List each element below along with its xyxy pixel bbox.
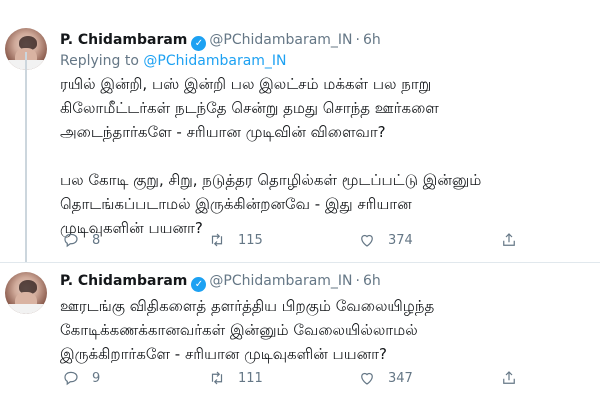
tweet-header-row: P. Chidambaram ✓ @PChidambaram_IN · 6h	[60, 31, 381, 51]
tweet-actions: 8 115 374	[60, 228, 580, 252]
like-button[interactable]: 374	[358, 228, 413, 252]
replying-mention[interactable]: @PChidambaram_IN	[143, 53, 286, 69]
tweet-line: ஊரடங்கு விதிகளைத் தளர்த்திய பிறகும் வேலை…	[60, 297, 435, 315]
heart-icon	[361, 234, 373, 247]
author-name[interactable]: P. Chidambaram	[60, 32, 187, 48]
timestamp[interactable]: 6h	[363, 32, 381, 48]
author-name[interactable]: P. Chidambaram	[60, 273, 187, 289]
tweet[interactable]: P. Chidambaram ✓ @PChidambaram_IN · 6h ஊரடங்…	[0, 262, 600, 400]
reply-button[interactable]: 9	[62, 366, 100, 390]
timestamp[interactable]: 6h	[363, 273, 381, 289]
share-button[interactable]	[500, 228, 518, 252]
retweet-icon	[211, 371, 223, 385]
verified-badge-icon: ✓	[191, 36, 207, 51]
reply-icon	[64, 233, 78, 248]
replying-to: Replying to @PChidambaram_IN	[60, 52, 287, 70]
reply-button[interactable]: 8	[62, 228, 100, 252]
author-handle[interactable]: @PChidambaram_IN	[209, 273, 352, 289]
like-count: 374	[388, 232, 413, 248]
tweet-text: ஊரடங்கு விதிகளைத் தளர்த்திய பிறகும் வேலை…	[60, 294, 580, 366]
reply-count: 9	[92, 370, 101, 386]
reply-count: 8	[92, 232, 101, 248]
share-icon	[503, 233, 515, 246]
tweet-line: அடைந்தார்களே - சரியான முடிவின் விளைவா?	[60, 123, 386, 141]
tweet-text: ரயில் இன்றி, பஸ் இன்றி பல இலட்சம் மக்கள்…	[60, 72, 580, 240]
retweet-button[interactable]: 111	[208, 366, 263, 390]
separator: ·	[355, 32, 360, 48]
verified-badge-icon: ✓	[191, 277, 207, 292]
tweet-header-row: P. Chidambaram ✓ @PChidambaram_IN · 6h	[60, 272, 381, 292]
tweet-line: ரயில் இன்றி, பஸ் இன்றி பல இலட்சம் மக்கள்…	[60, 75, 432, 93]
tweet-line: இருக்கிறார்களே - சரியான முடிவுகளின் பயனா…	[60, 345, 387, 363]
tweet-line: பல கோடி குறு, சிறு, நடுத்தர தொழில்கள் மூ…	[60, 171, 482, 189]
share-icon	[503, 371, 515, 384]
heart-icon	[361, 372, 373, 385]
tweet-line: தொடங்கப்படாமல் இருக்கின்றனவே - இது சரியா…	[60, 195, 412, 213]
retweet-button[interactable]: 115	[208, 228, 263, 252]
separator: ·	[355, 273, 360, 289]
author-handle[interactable]: @PChidambaram_IN	[209, 32, 352, 48]
tweet[interactable]: P. Chidambaram ✓ @PChidambaram_IN · 6h Reply…	[0, 0, 600, 262]
like-count: 347	[388, 370, 413, 386]
tweet-line: கிலோமீட்டர்கள் நடந்தே சென்று தமது சொந்த …	[60, 99, 439, 117]
retweet-icon	[211, 233, 223, 247]
thread-line	[25, 52, 27, 262]
replying-prefix: Replying to	[60, 53, 139, 69]
avatar[interactable]	[5, 272, 47, 314]
share-button[interactable]	[500, 366, 518, 390]
retweet-count: 115	[238, 232, 263, 248]
retweet-count: 111	[238, 370, 263, 386]
tweet-actions: 9 111 347	[60, 366, 580, 390]
like-button[interactable]: 347	[358, 366, 413, 390]
tweet-line: கோடிக்கணக்கானவர்கள் இன்னும் வேலையில்லாமல…	[60, 321, 418, 339]
reply-icon	[64, 371, 78, 386]
timeline: P. Chidambaram ✓ @PChidambaram_IN · 6h Reply…	[0, 0, 600, 400]
